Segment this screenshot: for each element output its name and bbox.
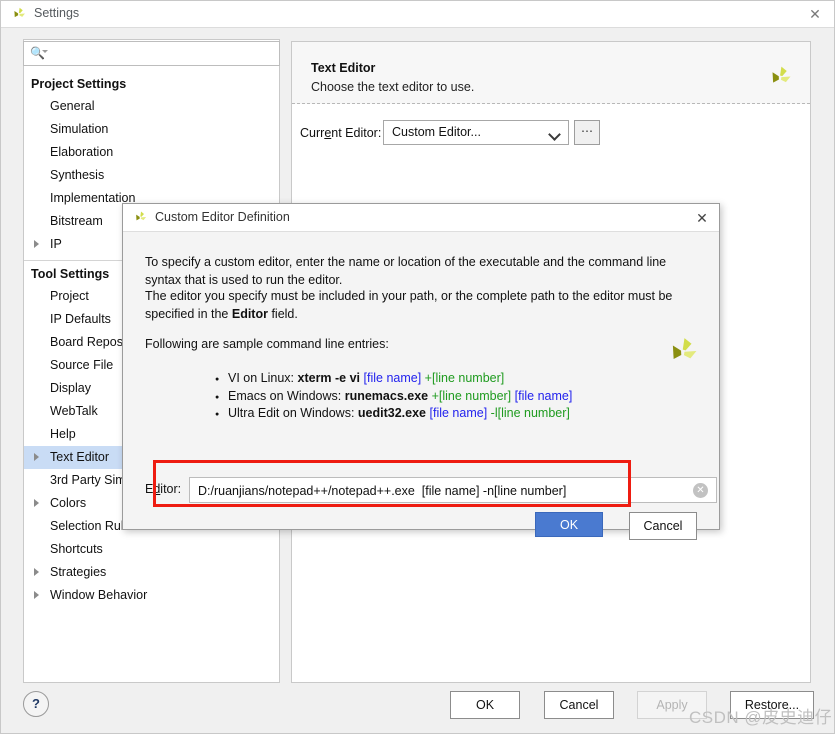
sidebar-item-simulation[interactable]: Simulation — [24, 118, 279, 141]
sample-prefix: Emacs on Windows: — [228, 388, 345, 403]
file-name-token: [file name] — [514, 388, 573, 403]
line-number-token: -l[line number] — [490, 406, 570, 420]
sidebar-item-label: Simulation — [50, 122, 109, 136]
search-input[interactable] — [50, 45, 270, 62]
chevron-right-icon[interactable] — [34, 568, 39, 576]
sidebar-item-shortcuts[interactable]: Shortcuts — [24, 538, 279, 561]
sidebar-item-label: WebTalk — [50, 404, 98, 418]
file-name-token: [file name] — [363, 371, 422, 385]
sidebar-item-label: Text Editor — [50, 450, 110, 464]
window-close-button[interactable]: ✕ — [802, 3, 828, 25]
csdn-watermark: CSDN @皮史迪仔 — [689, 708, 833, 727]
file-name-token: [file name] — [429, 406, 488, 420]
chevron-right-icon[interactable] — [34, 499, 39, 507]
dialog-paragraph-1: To specify a custom editor, enter the na… — [145, 255, 667, 287]
sidebar-item-label: Project — [50, 289, 89, 303]
clear-icon[interactable]: ✕ — [693, 483, 708, 498]
command-sample-item: VI on Linux: xterm -e vi [file name] +[l… — [215, 370, 695, 388]
current-editor-dropdown[interactable]: Custom Editor... — [383, 120, 569, 145]
editor-field-row: Editor: ✕ — [145, 477, 717, 503]
sample-prefix: VI on Linux: — [228, 371, 298, 385]
sidebar-item-label: Source File — [50, 358, 114, 372]
sidebar-item-strategies[interactable]: Strategies — [24, 561, 279, 584]
sidebar-item-general[interactable]: General — [24, 95, 279, 118]
nav-group-header: Project Settings — [31, 77, 127, 91]
chevron-down-icon[interactable] — [42, 50, 48, 53]
paragraph-2-bold: Editor — [231, 306, 268, 321]
search-icon: 🔍 — [30, 46, 45, 60]
paragraph-2-pre: The editor you specify must be included … — [145, 289, 673, 321]
search-box[interactable]: 🔍 — [23, 41, 280, 66]
current-editor-row: Current Editor: Custom Editor... ⋯ — [292, 118, 810, 150]
current-editor-value: Custom Editor... — [392, 125, 481, 139]
sidebar-item-label: Synthesis — [50, 168, 105, 182]
dialog-cancel-button[interactable]: Cancel — [629, 512, 697, 540]
line-number-token: +[line number] — [431, 388, 512, 403]
sidebar-item-elaboration[interactable]: Elaboration — [24, 141, 279, 164]
window-title: Settings — [34, 6, 80, 20]
sample-command: xterm -e vi — [297, 371, 361, 385]
help-button[interactable]: ? — [23, 691, 49, 717]
sidebar-item-label: Window Behavior — [50, 588, 148, 602]
line-number-token: +[line number] — [424, 371, 505, 385]
dialog-title: Custom Editor Definition — [155, 210, 290, 224]
dialog-paragraph-2: The editor you specify must be included … — [145, 288, 693, 323]
sidebar-item-label: Bitstream — [50, 214, 103, 228]
dialog-title-bar: Custom Editor Definition ✕ — [123, 204, 719, 232]
xilinx-logo-icon — [10, 5, 27, 25]
paragraph-2-post: field. — [267, 306, 298, 321]
sidebar-item-label: Elaboration — [50, 145, 114, 159]
chevron-right-icon[interactable] — [34, 240, 39, 248]
sidebar-item-label: IP Defaults — [50, 312, 111, 326]
editor-path-input[interactable]: ✕ — [189, 477, 717, 503]
sidebar-item-label: Display — [50, 381, 91, 395]
chevron-down-icon — [548, 128, 561, 141]
xilinx-logo-icon — [765, 62, 794, 94]
page-subtitle: Choose the text editor to use. — [311, 80, 475, 94]
dialog-close-button[interactable]: ✕ — [692, 208, 712, 228]
sidebar-item-label: Strategies — [50, 565, 107, 579]
sidebar-item-label: Help — [50, 427, 76, 441]
sidebar-item-label: Colors — [50, 496, 87, 510]
sample-command: runemacs.exe — [344, 388, 429, 403]
window-title-bar: Settings ✕ — [1, 1, 834, 28]
command-sample-list: VI on Linux: xterm -e vi [file name] +[l… — [175, 370, 695, 423]
current-editor-label: Current Editor: — [300, 126, 382, 140]
sample-command: uedit32.exe — [357, 406, 427, 420]
sidebar-item-synthesis[interactable]: Synthesis — [24, 164, 279, 187]
editor-field-label: Editor: — [145, 482, 182, 496]
command-sample-item: Ultra Edit on Windows: uedit32.exe [file… — [215, 405, 695, 423]
sidebar-item-label: Shortcuts — [50, 542, 103, 556]
page-title: Text Editor — [311, 61, 376, 75]
editor-browse-button[interactable]: ⋯ — [574, 120, 600, 145]
dialog-body: To specify a custom editor, enter the na… — [123, 232, 719, 540]
custom-editor-definition-dialog: Custom Editor Definition ✕ To specify a … — [122, 203, 720, 540]
xilinx-logo-icon — [663, 332, 701, 373]
dialog-ok-button[interactable]: OK — [535, 512, 603, 537]
xilinx-logo-icon — [132, 209, 148, 228]
editor-path-text[interactable] — [196, 481, 676, 500]
command-sample-item: Emacs on Windows: runemacs.exe +[line nu… — [215, 388, 695, 406]
sample-prefix: Ultra Edit on Windows: — [228, 406, 358, 420]
chevron-right-icon[interactable] — [34, 591, 39, 599]
sidebar-item-window-behavior[interactable]: Window Behavior — [24, 584, 279, 607]
sidebar-item-label: General — [50, 99, 95, 113]
dialog-samples-intro: Following are sample command line entrie… — [145, 337, 389, 351]
settings-cancel-button[interactable]: Cancel — [544, 691, 614, 719]
chevron-right-icon[interactable] — [34, 453, 39, 461]
main-panel-header: Text Editor Choose the text editor to us… — [292, 42, 810, 104]
settings-ok-button[interactable]: OK — [450, 691, 520, 719]
sidebar-item-label: IP — [50, 237, 62, 251]
